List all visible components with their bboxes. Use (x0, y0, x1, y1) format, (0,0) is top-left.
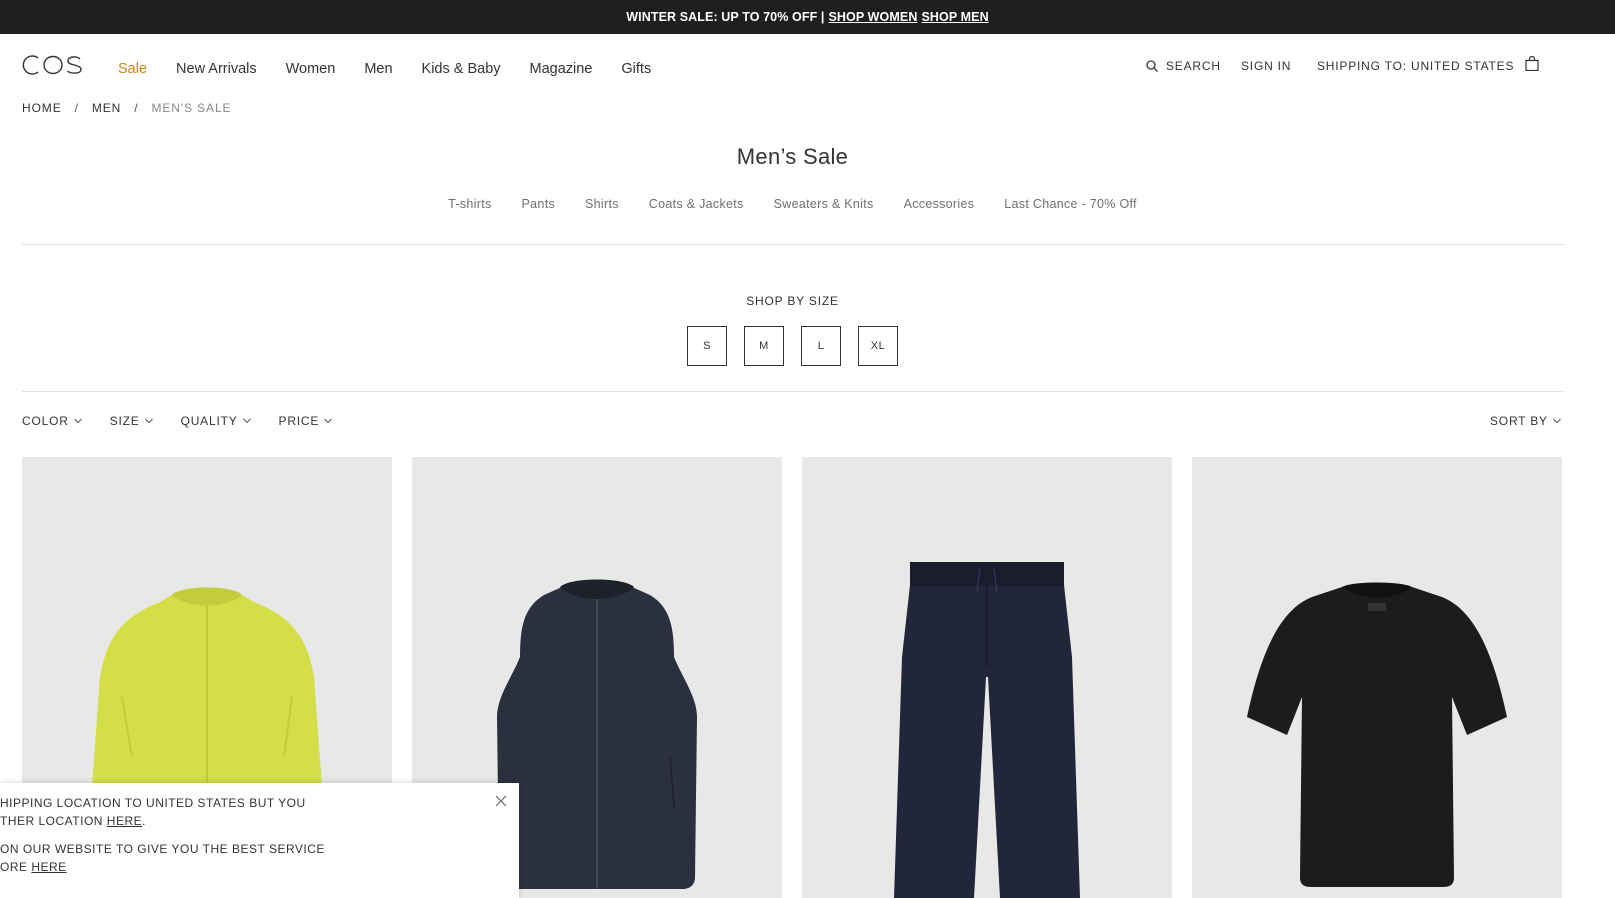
breadcrumb-men[interactable]: MEN (92, 101, 121, 115)
subcategory-last-chance[interactable]: Last Chance - 70% Off (1004, 197, 1137, 211)
section-divider (22, 244, 1564, 245)
main-nav: Sale New Arrivals Women Men Kids & Baby … (118, 61, 680, 77)
subcategory-tshirts[interactable]: T-shirts (448, 197, 491, 211)
filter-label: PRICE (278, 414, 320, 428)
chevron-down-icon (144, 418, 153, 424)
popup-text-line2: THER LOCATION HERE. (0, 814, 146, 828)
section-divider (22, 391, 1564, 392)
breadcrumb-home[interactable]: HOME (22, 101, 62, 115)
breadcrumb-separator: / (134, 101, 139, 115)
shopping-bag-icon[interactable] (1525, 56, 1539, 71)
size-button-l[interactable]: L (801, 326, 841, 366)
breadcrumb-current: MEN'S SALE (151, 101, 232, 115)
size-button-m[interactable]: M (744, 326, 784, 366)
nav-item-magazine[interactable]: Magazine (530, 61, 593, 77)
navy-pants-image (894, 562, 1080, 898)
black-tshirt-image (1247, 582, 1507, 887)
filter-color[interactable]: COLOR (22, 414, 83, 428)
subcategory-accessories[interactable]: Accessories (904, 197, 975, 211)
chevron-down-icon (73, 418, 82, 424)
popup-text-line2-prefix: THER LOCATION (0, 814, 107, 828)
popup-text-line2-suffix: . (142, 814, 146, 828)
site-header: Sale New Arrivals Women Men Kids & Baby … (0, 34, 1615, 86)
nav-item-gifts[interactable]: Gifts (621, 61, 651, 77)
nav-item-men[interactable]: Men (364, 61, 392, 77)
shop-women-link[interactable]: SHOP WOMEN (828, 10, 917, 24)
page-title: Men’s Sale (736, 144, 849, 169)
search-button[interactable]: SEARCH (1146, 59, 1221, 73)
chevron-down-icon (1552, 418, 1561, 424)
search-icon (1146, 60, 1158, 72)
filter-label: COLOR (22, 414, 69, 428)
subcategory-coats-jackets[interactable]: Coats & Jackets (649, 197, 744, 211)
nav-item-new-arrivals[interactable]: New Arrivals (176, 61, 257, 77)
subcategory-shirts[interactable]: Shirts (585, 197, 619, 211)
filter-label: QUALITY (180, 414, 238, 428)
popup-text-line4-prefix: ORE (0, 860, 32, 874)
close-icon[interactable] (494, 794, 508, 808)
cos-logo[interactable] (22, 54, 86, 76)
nav-item-sale[interactable]: Sale (118, 61, 147, 77)
sort-by-label: SORT BY (1490, 414, 1548, 428)
subcategory-sweaters-knits[interactable]: Sweaters & Knits (774, 197, 874, 211)
popup-text-line3: ON OUR WEBSITE TO GIVE YOU THE BEST SERV… (0, 842, 325, 856)
filter-quality[interactable]: QUALITY (181, 414, 252, 428)
cookie-info-link[interactable]: HERE (31, 860, 66, 874)
size-button-xl[interactable]: XL (858, 326, 898, 366)
chevron-down-icon (324, 418, 333, 424)
breadcrumb: HOME / MEN / MEN'S SALE (22, 101, 231, 115)
nav-item-kids-baby[interactable]: Kids & Baby (422, 61, 501, 77)
sign-in-link[interactable]: SIGN IN (1241, 59, 1291, 73)
change-location-link[interactable]: HERE (107, 814, 142, 828)
shipping-location-popup: HIPPING LOCATION TO UNITED STATES BUT YO… (0, 783, 519, 898)
shipping-country-selector[interactable]: SHIPPING TO: UNITED STATES (1317, 59, 1514, 73)
filter-price[interactable]: PRICE (279, 414, 334, 428)
sort-by-dropdown[interactable]: SORT BY (1490, 414, 1562, 428)
size-buttons: S M L XL (687, 326, 915, 366)
popup-text-line1: HIPPING LOCATION TO UNITED STATES BUT YO… (0, 796, 306, 810)
subcategory-nav: T-shirts Pants Shirts Coats & Jackets Sw… (0, 197, 1585, 211)
filter-size[interactable]: SIZE (110, 414, 154, 428)
subcategory-pants[interactable]: Pants (522, 197, 555, 211)
popup-text-line4: ORE HERE (0, 860, 67, 874)
shop-by-size-title: SHOP BY SIZE (746, 294, 839, 308)
product-card-pants[interactable] (802, 457, 1172, 898)
nav-item-women[interactable]: Women (286, 61, 336, 77)
promo-banner: WINTER SALE: UP TO 70% OFF | SHOP WOMEN … (0, 0, 1615, 34)
breadcrumb-separator: / (74, 101, 79, 115)
search-label: SEARCH (1166, 59, 1221, 73)
promo-text: WINTER SALE: UP TO 70% OFF | (626, 10, 825, 24)
shop-men-link[interactable]: SHOP MEN (921, 10, 988, 24)
size-button-s[interactable]: S (687, 326, 727, 366)
product-card-tshirt[interactable] (1192, 457, 1562, 898)
filter-bar: COLOR SIZE QUALITY PRICE (22, 414, 360, 428)
chevron-down-icon (242, 418, 251, 424)
filter-label: SIZE (109, 414, 140, 428)
